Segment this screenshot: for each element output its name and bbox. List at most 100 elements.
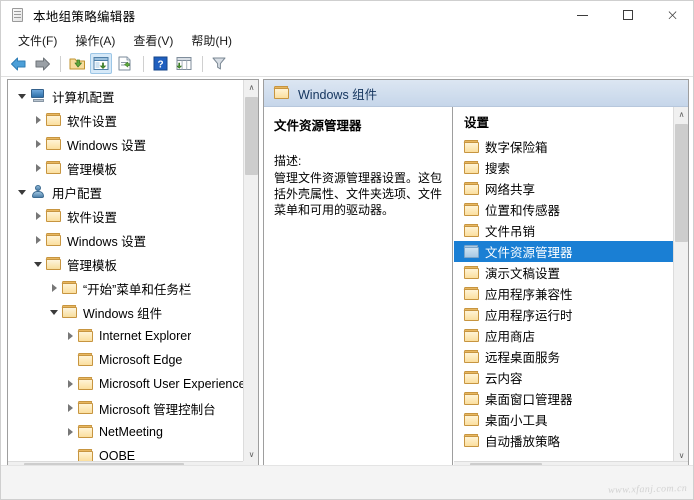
- tree-node[interactable]: Microsoft Edge: [8, 348, 244, 372]
- tree-node[interactable]: Windows 设置: [8, 132, 244, 156]
- help-button[interactable]: ?: [149, 53, 171, 74]
- toolbar-separator-3: [202, 55, 203, 72]
- help-icon: ?: [153, 56, 167, 71]
- menu-file[interactable]: 文件(F): [9, 30, 66, 51]
- policy-editor-icon: [10, 7, 26, 23]
- forward-button[interactable]: [31, 53, 53, 74]
- settings-list-item-label: 桌面小工具: [485, 414, 548, 428]
- tree-node[interactable]: NetMeeting: [8, 420, 244, 444]
- tree-node[interactable]: 软件设置: [8, 204, 244, 228]
- tree-node[interactable]: OOBE: [8, 444, 244, 462]
- folder-icon: [45, 113, 62, 127]
- tree-node[interactable]: 计算机配置: [8, 84, 244, 108]
- chevron-right-icon[interactable]: [30, 160, 46, 176]
- settings-list-item[interactable]: 数字保险箱: [454, 136, 674, 157]
- folder-icon: [463, 286, 480, 301]
- chevron-right-icon[interactable]: [30, 232, 46, 248]
- settings-list-pane: 设置 数字保险箱 搜索 网络共享 位置和传感器 文件吊销 文件资源管理器 演示文稿设置 应用程…: [454, 107, 688, 476]
- tree-scroll-up-button[interactable]: ∧: [244, 80, 258, 95]
- tree-node-label: Microsoft User Experience V: [99, 377, 244, 391]
- tree-node-spacer: [62, 352, 78, 368]
- filter-button[interactable]: [208, 53, 230, 74]
- folder-open-icon: [61, 305, 78, 319]
- results-vertical-scrollbar[interactable]: ∧ ∨: [673, 107, 688, 463]
- tree-node[interactable]: “开始”菜单和任务栏: [8, 276, 244, 300]
- back-button[interactable]: [7, 53, 29, 74]
- folder-icon: [463, 244, 480, 259]
- maximize-button[interactable]: [605, 1, 650, 29]
- tree-vertical-scrollbar[interactable]: ∧ ∨: [243, 80, 258, 462]
- export-list-icon: [118, 56, 131, 71]
- tree-scroll-down-button[interactable]: ∨: [244, 447, 258, 462]
- tree-node[interactable]: Microsoft User Experience V: [8, 372, 244, 396]
- chevron-right-icon[interactable]: [30, 112, 46, 128]
- settings-list-item[interactable]: 应用商店: [454, 325, 674, 346]
- menu-view[interactable]: 查看(V): [124, 30, 182, 51]
- view-button[interactable]: [173, 53, 195, 74]
- settings-list-item-label: 演示文稿设置: [485, 267, 561, 281]
- settings-list-item[interactable]: 搜索: [454, 157, 674, 178]
- up-folder-icon: [69, 58, 85, 70]
- chevron-right-icon[interactable]: [62, 400, 78, 416]
- folder-icon: [463, 223, 480, 238]
- settings-list-item[interactable]: 文件吊销: [454, 220, 674, 241]
- tree-node-label: Microsoft Edge: [99, 353, 183, 367]
- settings-list-item[interactable]: 文件资源管理器: [454, 241, 674, 262]
- results-scroll-up-button[interactable]: ∧: [674, 107, 688, 122]
- settings-list-item-label: 搜索: [485, 162, 511, 176]
- settings-list-item[interactable]: 位置和传感器: [454, 199, 674, 220]
- settings-list-item[interactable]: 云内容: [454, 367, 674, 388]
- settings-list-item[interactable]: 应用程序兼容性: [454, 283, 674, 304]
- tree-node[interactable]: 管理模板: [8, 252, 244, 276]
- tree-node[interactable]: Internet Explorer: [8, 324, 244, 348]
- toolbar: ?: [1, 51, 693, 77]
- menu-action[interactable]: 操作(A): [66, 30, 124, 51]
- settings-list-item[interactable]: 演示文稿设置: [454, 262, 674, 283]
- settings-list-item[interactable]: 自动播放策略: [454, 430, 674, 451]
- menu-help[interactable]: 帮助(H): [182, 30, 241, 51]
- settings-list-item[interactable]: 桌面小工具: [454, 409, 674, 430]
- settings-list-item-label: 网络共享: [485, 183, 536, 197]
- tree-node[interactable]: Microsoft 管理控制台: [8, 396, 244, 420]
- toolbar-separator-2: [143, 55, 144, 72]
- tree-vscroll-thumb[interactable]: [245, 97, 258, 175]
- tree-node[interactable]: 软件设置: [8, 108, 244, 132]
- tree-node[interactable]: Windows 组件: [8, 300, 244, 324]
- folder-icon: [77, 329, 94, 343]
- chevron-right-icon[interactable]: [62, 328, 78, 344]
- local-group-policy-editor-window: 本地组策略编辑器 × 文件(F) 操作(A) 查看(V) 帮助(H) ? 计算机…: [0, 0, 694, 500]
- tree-node[interactable]: 管理模板: [8, 156, 244, 180]
- settings-list-item[interactable]: 网络共享: [454, 178, 674, 199]
- minimize-button[interactable]: [560, 1, 605, 29]
- chevron-right-icon[interactable]: [30, 208, 46, 224]
- tree-node-label: NetMeeting: [99, 425, 163, 439]
- settings-list-item[interactable]: 应用程序运行时: [454, 304, 674, 325]
- settings-list-item[interactable]: 远程桌面服务: [454, 346, 674, 367]
- folder-open-icon: [45, 257, 62, 271]
- chevron-right-icon[interactable]: [30, 136, 46, 152]
- settings-list-item[interactable]: 桌面窗口管理器: [454, 388, 674, 409]
- show-hide-tree-button[interactable]: [90, 53, 112, 74]
- tree-node-label: Windows 组件: [83, 306, 163, 321]
- chevron-right-icon[interactable]: [46, 280, 62, 296]
- close-button[interactable]: ×: [650, 1, 693, 29]
- export-list-button[interactable]: [114, 53, 136, 74]
- title-bar: 本地组策略编辑器 ×: [1, 1, 693, 29]
- filter-icon: [212, 57, 226, 70]
- chevron-down-icon[interactable]: [14, 184, 30, 200]
- chevron-right-icon[interactable]: [62, 376, 78, 392]
- folder-icon: [463, 391, 480, 406]
- results-header-title: Windows 组件: [298, 87, 378, 102]
- chevron-down-icon[interactable]: [14, 88, 30, 104]
- up-folder-button[interactable]: [66, 53, 88, 74]
- folder-icon: [463, 160, 480, 175]
- tree-node[interactable]: 用户配置: [8, 180, 244, 204]
- results-vscroll-thumb[interactable]: [675, 124, 688, 242]
- description-label: 描述:: [274, 154, 302, 168]
- folder-icon: [45, 209, 62, 223]
- settings-list-item-label: 位置和传感器: [485, 204, 561, 218]
- chevron-down-icon[interactable]: [30, 256, 46, 272]
- tree-node[interactable]: Windows 设置: [8, 228, 244, 252]
- chevron-right-icon[interactable]: [62, 424, 78, 440]
- chevron-down-icon[interactable]: [46, 304, 62, 320]
